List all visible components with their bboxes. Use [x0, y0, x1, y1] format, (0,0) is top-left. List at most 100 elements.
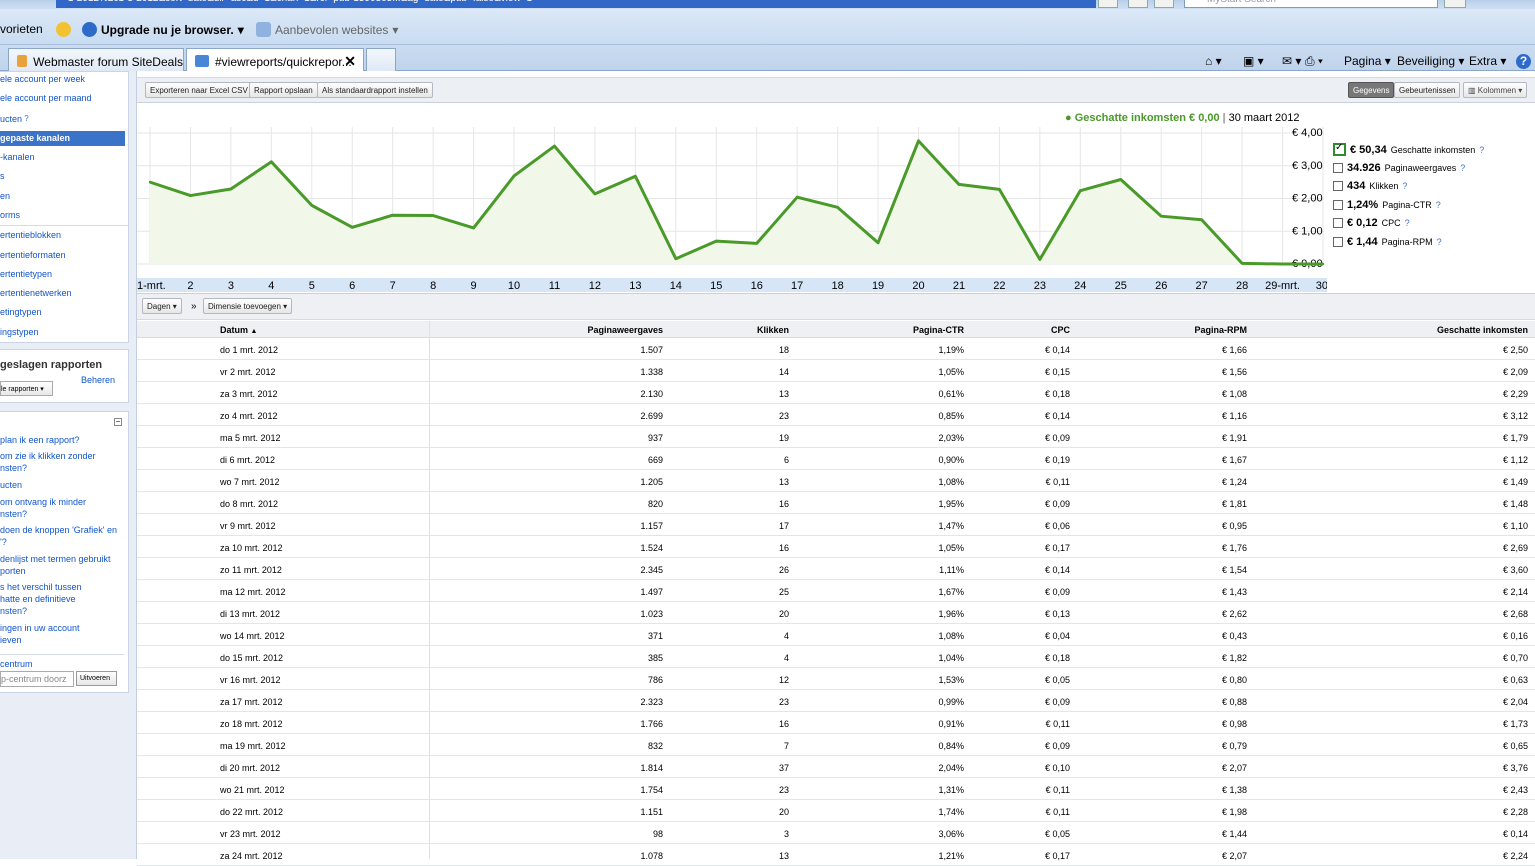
help-search-button[interactable]: Uitvoeren [76, 671, 117, 686]
new-tab-button[interactable] [366, 48, 396, 71]
sidebar-item-ad-formats[interactable]: ertentieformaten [0, 250, 66, 260]
help-icon[interactable]: ? [1436, 200, 1441, 210]
metric-row[interactable]: 1,24% Pagina-CTR? [1333, 199, 1441, 211]
set-default-report-button[interactable]: Als standaardrapport instellen [317, 82, 433, 98]
search-icon[interactable] [1444, 0, 1466, 8]
metric-checkbox[interactable] [1333, 162, 1343, 173]
help-search-input[interactable]: p-centrum doorz [0, 671, 74, 687]
metric-checkbox[interactable] [1333, 218, 1343, 228]
report-toolbar: Exporteren naar Excel CSV Rapport opslaa… [137, 77, 1535, 103]
tab-viewreports[interactable]: #viewreports/quickrepor... ✕ [186, 48, 364, 71]
compat-view-button[interactable] [1098, 0, 1118, 8]
help-icon[interactable]: ? [1437, 237, 1442, 247]
upgrade-browser-link[interactable]: Upgrade nu je browser. ▾ [82, 22, 244, 37]
cell-rpm: € 1,38 [1221, 785, 1247, 795]
cell-date: ma 12 mrt. 2012 [220, 587, 286, 597]
stop-icon[interactable] [1154, 0, 1174, 8]
sidebar-item-en[interactable]: en [0, 191, 10, 201]
search-input[interactable]: MyStart Search [1184, 0, 1438, 8]
help-link-7[interactable]: ingen in uw account ieven [0, 622, 125, 646]
y-tick-label: € 2,00 [1292, 193, 1323, 205]
metric-checkbox[interactable] [1333, 199, 1343, 210]
x-tick-label: 9 [471, 280, 477, 292]
extra-menu[interactable]: Extra ▾ [1469, 54, 1506, 68]
metric-row[interactable]: € 50,34Geschatte inkomsten? [1333, 142, 1484, 156]
favorites-label[interactable]: vorieten [0, 22, 43, 36]
recommended-sites-link[interactable]: Aanbevolen websites ▾ [256, 22, 398, 37]
metric-row[interactable]: € 1,44 Pagina-RPM? [1333, 236, 1442, 248]
view-events-button[interactable]: Gebeurtenissen [1394, 82, 1461, 98]
help-link-3[interactable]: om ontvang ik minder nsten? [0, 496, 125, 520]
data-point [795, 195, 799, 199]
help-center-link[interactable]: centrum [0, 658, 125, 670]
cell-date: do 15 mrt. 2012 [220, 653, 284, 663]
security-menu[interactable]: Beveiliging ▾ [1397, 54, 1464, 68]
help-link-2[interactable]: ucten [0, 479, 125, 491]
help-icon[interactable]: ? [1402, 181, 1407, 191]
data-point [876, 241, 880, 244]
help-icon[interactable]: ? [1479, 145, 1484, 155]
help-link-5[interactable]: denlijst met termen gebruikt porten [0, 553, 125, 577]
manage-link[interactable]: Beheren [81, 375, 115, 385]
cell-pageviews: 937 [647, 433, 663, 443]
col-header-rpm[interactable]: Pagina-RPM [1194, 325, 1247, 335]
tab-sitedeals[interactable]: Webmaster forum SiteDeals [8, 48, 184, 71]
feeds-icon[interactable]: ▣ ▾ [1243, 54, 1264, 68]
add-dimension-dropdown[interactable]: Dimensie toevoegen ▾ [203, 298, 293, 314]
col-header-pageviews[interactable]: Paginaweergaves [587, 325, 663, 335]
cell-pageviews: 820 [647, 499, 663, 509]
sidebar-item-ad-types[interactable]: ertentietypen [0, 269, 52, 279]
cell-clicks: 13 [778, 389, 789, 399]
cell-rpm: € 0,98 [1221, 719, 1247, 729]
sidebar-item-ad-units[interactable]: ertentieblokken [0, 230, 61, 240]
help-icon[interactable]: ? [1460, 163, 1465, 173]
sidebar-item-custom-channels[interactable]: gepaste kanalen [0, 131, 125, 146]
help-icon[interactable]: ? [1516, 54, 1531, 69]
home-icon[interactable]: ⌂ ▾ [1205, 54, 1222, 68]
cell-rpm: € 1,16 [1221, 411, 1247, 421]
sidebar-item-bid-types[interactable]: ingstypen [0, 327, 39, 337]
sidebar-item-account-month[interactable]: ele account per maand [0, 93, 92, 103]
export-csv-button[interactable]: Exporteren naar Excel CSV [145, 82, 253, 98]
sidebar-item-targeting-types[interactable]: etingtypen [0, 307, 42, 317]
mail-icon[interactable]: ✉ ▾ [1282, 54, 1301, 68]
page-menu[interactable]: Pagina ▾ [1344, 54, 1391, 68]
metric-checkbox[interactable] [1333, 236, 1343, 247]
help-icon[interactable]: ? [1405, 218, 1410, 228]
all-reports-dropdown[interactable]: le rapporten ▾ [0, 381, 53, 396]
sidebar-item-account-week[interactable]: ele account per week [0, 74, 85, 84]
help-link-4[interactable]: doen de knoppen 'Grafiek' en '? [0, 524, 125, 548]
cell-pageviews: 1.151 [640, 807, 663, 817]
save-report-button[interactable]: Rapport opslaan [249, 82, 318, 98]
x-tick-label: 4 [268, 280, 274, 292]
sidebar-item-products[interactable]: ucten ? [0, 114, 29, 124]
add-favorite-icon[interactable] [56, 22, 71, 37]
metric-checkbox[interactable] [1333, 142, 1346, 156]
metric-row[interactable]: € 0,12 CPC? [1333, 217, 1410, 229]
sidebar-item-s[interactable]: s [0, 171, 5, 181]
sidebar-item-platforms[interactable]: orms [0, 210, 20, 220]
print-icon[interactable]: ⎙ ▾ [1305, 54, 1323, 69]
metric-row[interactable]: 34.926 Paginaweergaves? [1333, 162, 1465, 174]
col-header-cpc[interactable]: CPC [1051, 325, 1070, 335]
help-link-0[interactable]: plan ik een rapport? [0, 434, 125, 446]
sidebar-item-url-channels[interactable]: -kanalen [0, 152, 35, 162]
metric-checkbox[interactable] [1333, 181, 1343, 191]
col-header-ctr[interactable]: Pagina-CTR [913, 325, 964, 335]
view-data-button[interactable]: Gegevens [1348, 82, 1395, 98]
col-header-date[interactable]: Datum ▲ [220, 325, 257, 335]
metric-row[interactable]: 434 Klikken? [1333, 180, 1407, 192]
refresh-icon[interactable] [1128, 0, 1148, 8]
help-link-6[interactable]: s het verschil tussen hatte en definitie… [0, 581, 125, 617]
col-header-clicks[interactable]: Klikken [757, 325, 789, 335]
close-icon[interactable]: ✕ [344, 53, 356, 70]
collapse-icon[interactable]: − [114, 418, 122, 426]
help-link-1[interactable]: om zie ik klikken zonder nsten? [0, 450, 125, 474]
columns-button[interactable]: ▥ Kolommen ▾ [1463, 82, 1527, 98]
cell-rpm: € 1,54 [1221, 565, 1247, 575]
col-header-earnings[interactable]: Geschatte inkomsten [1437, 325, 1528, 335]
data-point [715, 239, 718, 243]
sidebar-item-ad-networks[interactable]: ertentienetwerken [0, 288, 72, 298]
days-dropdown[interactable]: Dagen ▾ [142, 298, 182, 314]
address-bar[interactable]: =1-2012%2c1-3-2012&sort=date&dir=asc&d=1… [56, 0, 1096, 8]
